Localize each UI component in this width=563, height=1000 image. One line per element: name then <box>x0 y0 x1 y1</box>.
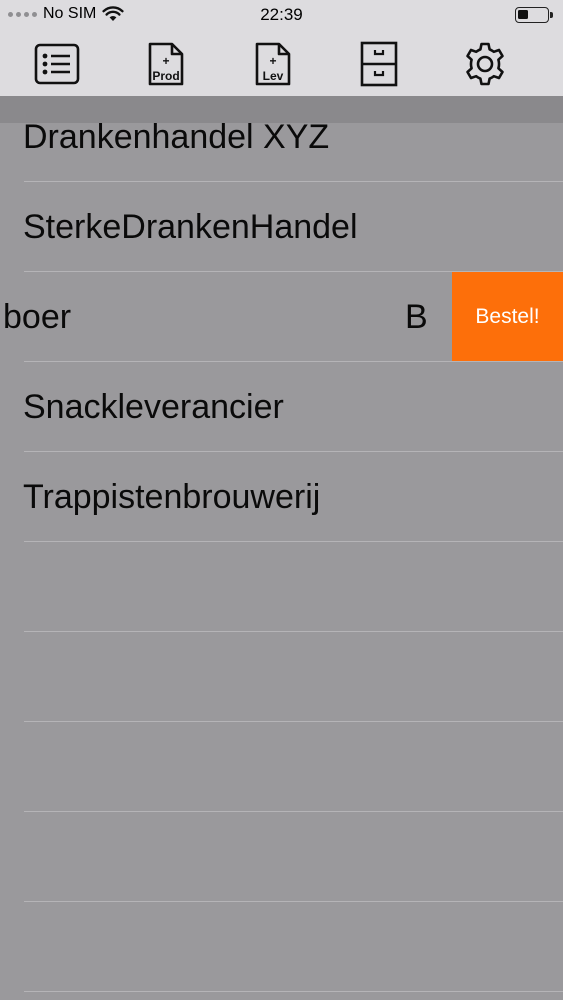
list-item-label: SterkeDrankenHandel <box>23 208 358 246</box>
battery-level <box>518 10 528 19</box>
list-item[interactable]: Drankenhandel XYZ <box>0 92 563 182</box>
bestel-button[interactable]: Bestel! <box>452 272 563 361</box>
list-item <box>0 812 563 902</box>
list-item-trailing: B <box>405 298 428 336</box>
list-item[interactable]: Snackleverancier <box>0 362 563 452</box>
screen: No SIM 22:39 + Prod + Lev Drankenhandel … <box>0 0 563 1000</box>
status-bar: No SIM 22:39 <box>0 0 563 32</box>
list-item <box>0 542 563 632</box>
add-product-label: Prod <box>152 69 180 83</box>
status-time: 22:39 <box>260 5 303 24</box>
battery-icon <box>515 7 553 23</box>
row-separator <box>24 991 563 992</box>
add-supplier-label: Lev <box>262 69 284 83</box>
list-item <box>0 902 563 992</box>
list-item <box>0 722 563 812</box>
list-button[interactable] <box>33 40 81 88</box>
add-product-button[interactable]: + Prod <box>142 40 190 88</box>
settings-button[interactable] <box>461 40 509 88</box>
archive-cabinet-icon <box>360 41 398 87</box>
list-item-label: Snackleverancier <box>23 388 284 426</box>
list-item-label: boer <box>3 298 72 336</box>
add-product-plus: + <box>162 54 170 68</box>
list-icon <box>34 43 80 85</box>
list-item[interactable]: Trappistenbrouwerij <box>0 452 563 542</box>
toolbar: + Prod + Lev <box>0 32 563 96</box>
settings-gear-icon <box>466 42 504 86</box>
list-item-label: Drankenhandel XYZ <box>23 118 330 156</box>
add-supplier-button[interactable]: + Lev <box>249 40 297 88</box>
list-item-swiped[interactable]: boer B Bestel! <box>0 272 563 362</box>
archive-button[interactable] <box>355 40 403 88</box>
list-item <box>0 632 563 722</box>
list-item[interactable]: SterkeDrankenHandel <box>0 182 563 272</box>
add-supplier-plus: + <box>269 54 277 68</box>
list-item-label: Trappistenbrouwerij <box>23 478 321 516</box>
